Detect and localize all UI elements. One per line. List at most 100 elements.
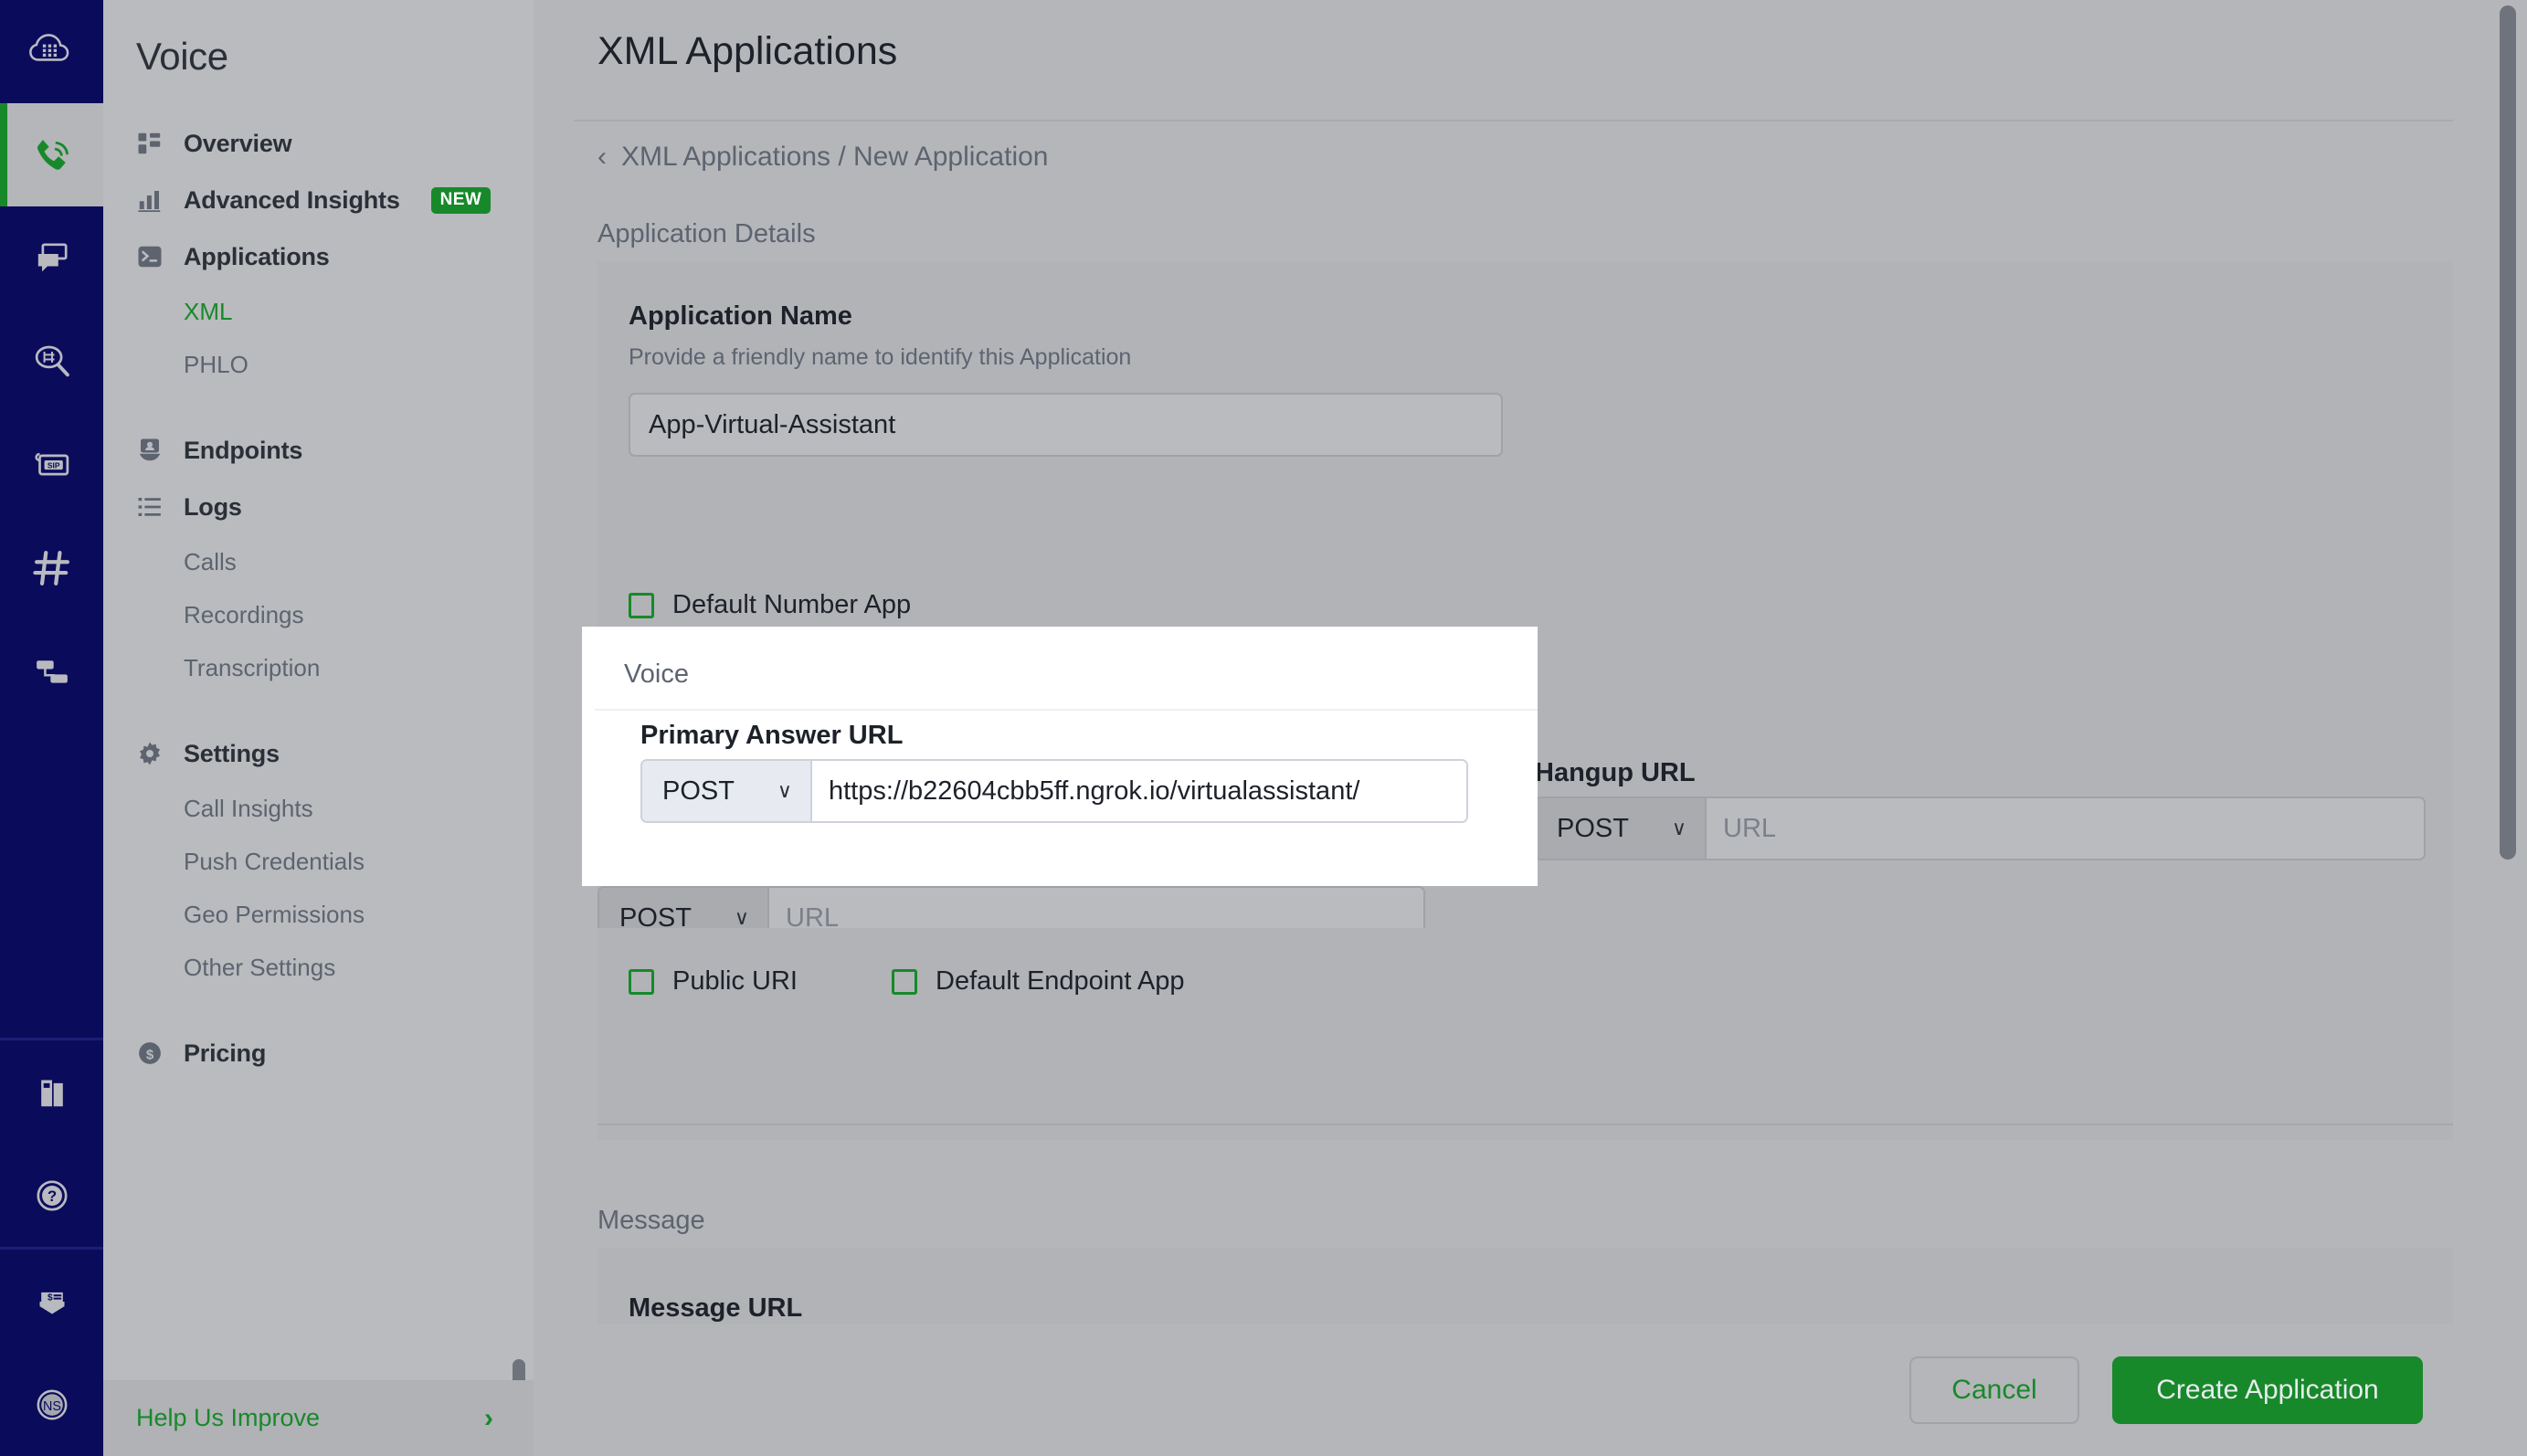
chevron-down-icon: ∨ (777, 779, 792, 802)
bar-chart-icon (138, 191, 161, 212)
voice-section-spotlight: Voice Primary Answer URL POST ∨ https://… (582, 627, 1538, 886)
chevron-right-icon: › (484, 1402, 493, 1433)
chevron-down-icon: ∨ (1671, 817, 1686, 839)
rail-item-billing[interactable]: $ (0, 1250, 103, 1353)
sidebar-item-recordings[interactable]: Recordings (103, 588, 534, 641)
account-ns-avatar-icon: NS (37, 1389, 67, 1419)
new-badge: NEW (430, 186, 492, 214)
sidebar-item-call-insights[interactable]: Call Insights (103, 782, 534, 835)
rail-item-numbers[interactable] (0, 516, 103, 619)
network-nodes-icon (36, 659, 68, 683)
default-endpoint-app-checkbox[interactable] (892, 968, 917, 995)
back-chevron-icon[interactable]: ‹ (597, 142, 607, 173)
sidebar-item-calls[interactable]: Calls (103, 535, 534, 588)
primary-answer-url-label: Primary Answer URL (640, 721, 904, 750)
sidebar-item-settings[interactable]: Settings (103, 725, 534, 782)
messaging-icon (37, 242, 68, 271)
default-number-app-checkbox-row[interactable]: Default Number App (629, 590, 2422, 620)
sidebar-item-logs[interactable]: Logs (103, 479, 534, 535)
uri-checkbox-row: Public URI Default Endpoint App (597, 928, 2453, 1041)
hangup-url-method-value: POST (1557, 813, 1629, 843)
primary-answer-url-method-value: POST (662, 775, 735, 806)
svg-text:SIP: SIP (47, 460, 59, 470)
form-footer: Cancel Create Application (534, 1324, 2527, 1456)
voice-spotlight-divider (595, 709, 1538, 711)
sidebar-item-xml[interactable]: XML (103, 285, 534, 338)
rail-item-lookup[interactable] (0, 310, 103, 413)
sidebar-title: Voice (136, 35, 228, 78)
sidebar-item-label: Pricing (184, 1039, 267, 1067)
application-name-help: Provide a friendly name to identify this… (629, 344, 1132, 370)
public-uri-label: Public URI (672, 966, 798, 996)
sidebar-item-advanced-insights[interactable]: Advanced Insights NEW (103, 172, 534, 228)
billing-envelope-icon: $ (39, 1292, 64, 1314)
voice-spotlight-title: Voice (624, 659, 689, 689)
hangup-url-input[interactable]: URL (1707, 798, 2424, 859)
help-us-improve-button[interactable]: Help Us Improve › (103, 1380, 534, 1456)
nav-group-gap (103, 994, 534, 1025)
terminal-icon (138, 246, 162, 268)
chevron-down-icon: ∨ (734, 906, 749, 929)
dollar-coin-icon: $ (139, 1042, 161, 1064)
message-url-label: Message URL (629, 1293, 803, 1323)
cancel-button[interactable]: Cancel (1909, 1356, 2079, 1424)
sidebar-item-geo-permissions[interactable]: Geo Permissions (103, 888, 534, 941)
public-uri-checkbox-row[interactable]: Public URI (629, 966, 892, 997)
rail-item-sip-trunking[interactable]: SIP (0, 413, 103, 516)
default-number-app-label: Default Number App (672, 590, 912, 619)
rail-item-voice[interactable] (0, 103, 103, 206)
hangup-url-combo[interactable]: POST ∨ URL (1535, 797, 2426, 860)
rail-spacer (0, 723, 103, 1038)
icon-rail: SIP ? $ NS (0, 0, 103, 1456)
sidebar-item-endpoints[interactable]: Endpoints (103, 422, 534, 479)
hash-numbers-icon (32, 550, 69, 586)
rail-item-help[interactable]: ? (0, 1144, 103, 1247)
sidebar-item-label: Advanced Insights (184, 185, 400, 214)
rail-item-docs[interactable] (0, 1040, 103, 1144)
section-label-message: Message (597, 1206, 705, 1235)
create-application-button[interactable]: Create Application (2112, 1356, 2423, 1424)
svg-text:$: $ (146, 1047, 154, 1062)
primary-answer-url-method-select[interactable]: POST ∨ (642, 761, 812, 821)
sidebar-item-pricing[interactable]: $ Pricing (103, 1025, 534, 1081)
grid-overview-icon (138, 132, 161, 154)
help-us-improve-label: Help Us Improve (136, 1404, 321, 1431)
sidebar-item-other-settings[interactable]: Other Settings (103, 941, 534, 994)
svg-text:?: ? (47, 1187, 56, 1204)
sidebar-item-applications[interactable]: Applications (103, 228, 534, 285)
primary-answer-url-input[interactable]: https://b22604cbb5ff.ngrok.io/virtualass… (812, 761, 1466, 821)
breadcrumb[interactable]: ‹ XML Applications / New Application (597, 142, 1048, 173)
docs-book-icon (40, 1080, 63, 1106)
sidebar: Voice Overview Advanced Insights NEW App… (103, 0, 534, 1456)
sidebar-item-label: Endpoints (184, 436, 303, 464)
default-endpoint-app-label: Default Endpoint App (936, 966, 1185, 996)
application-name-input[interactable]: App-Virtual-Assistant (629, 393, 1503, 457)
svg-text:NS: NS (43, 1398, 61, 1413)
app-root: SIP ? $ NS Voice Overview Advanced Insig… (0, 0, 2527, 1456)
svg-text:$: $ (47, 1292, 52, 1303)
rail-item-messaging[interactable] (0, 206, 103, 310)
sidebar-item-overview[interactable]: Overview (103, 115, 534, 172)
brand-logo[interactable] (0, 0, 103, 103)
public-uri-checkbox[interactable] (629, 968, 654, 995)
rail-item-network[interactable] (0, 619, 103, 723)
sidebar-item-label: Settings (184, 739, 280, 767)
sidebar-item-push-credentials[interactable]: Push Credentials (103, 835, 534, 888)
rail-item-account[interactable]: NS (0, 1353, 103, 1456)
list-logs-icon (138, 498, 161, 516)
nav-group-gap (103, 694, 534, 725)
breadcrumb-label: XML Applications / New Application (621, 142, 1049, 172)
application-details-card: Application Name Provide a friendly name… (597, 261, 2453, 552)
application-name-label: Application Name (629, 301, 852, 331)
default-endpoint-app-checkbox-row[interactable]: Default Endpoint App (892, 966, 1184, 997)
page-title: XML Applications (597, 29, 898, 73)
title-divider (574, 120, 2453, 121)
main-scrollbar[interactable] (2500, 5, 2516, 860)
lookup-search-icon (35, 345, 69, 376)
nav-group-gap (103, 391, 534, 422)
primary-answer-url-combo[interactable]: POST ∨ https://b22604cbb5ff.ngrok.io/vir… (640, 759, 1468, 823)
hangup-url-method-select[interactable]: POST ∨ (1537, 798, 1707, 859)
default-number-app-checkbox[interactable] (629, 592, 654, 618)
sidebar-item-transcription[interactable]: Transcription (103, 641, 534, 694)
sidebar-item-phlo[interactable]: PHLO (103, 338, 534, 391)
